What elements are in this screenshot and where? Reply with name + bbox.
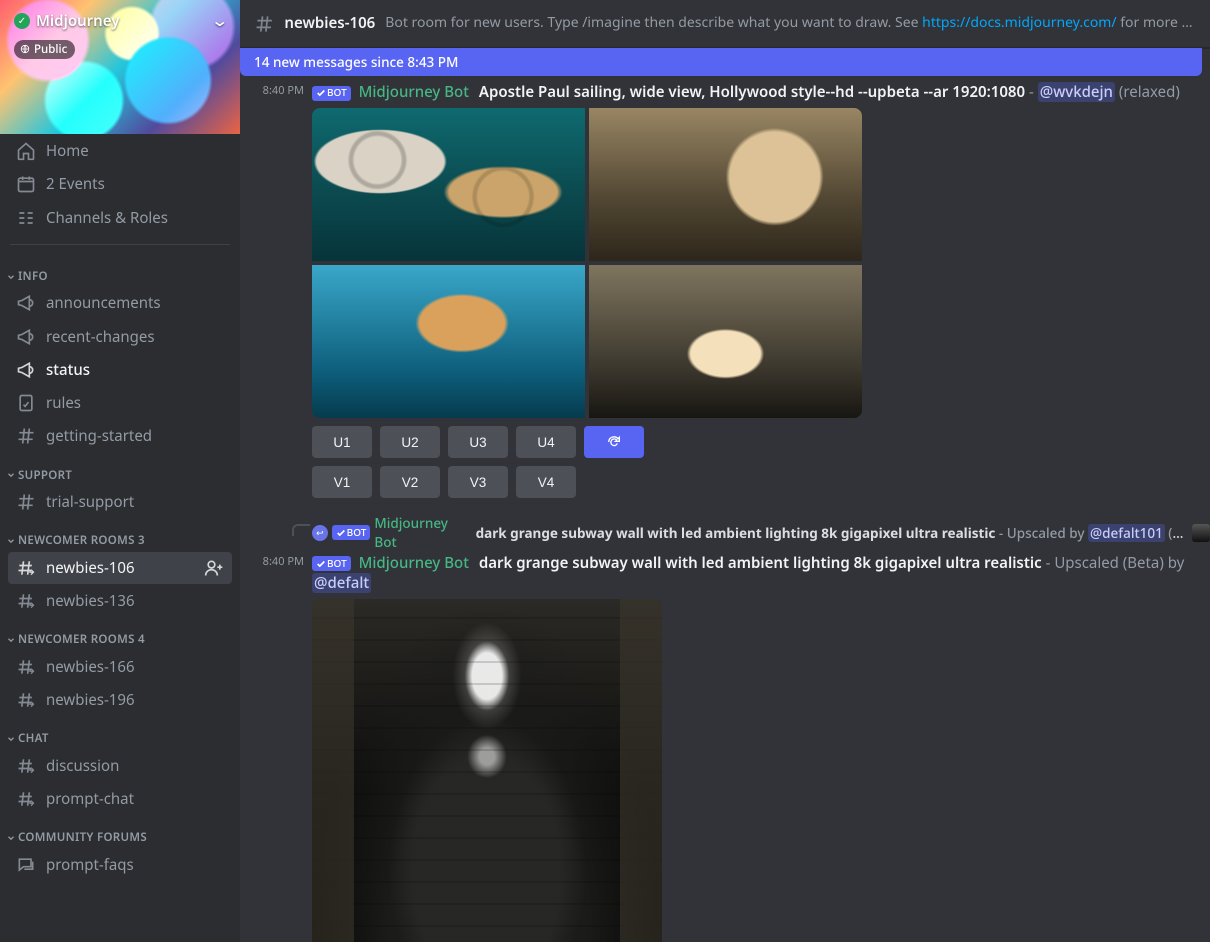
channel-status[interactable]: status [8,354,232,386]
upscale-1-button[interactable]: U1 [312,426,372,458]
channel-name: newbies-106 [284,13,375,33]
channel-newbies-166[interactable]: newbies-166 [8,651,232,683]
channel-newbies-196[interactable]: newbies-196 [8,684,232,716]
category-header[interactable]: COMMUNITY FORUMS [0,816,240,848]
channel-label: recent-changes [46,327,155,347]
channel-label: announcements [46,293,161,313]
channel-newbies-106[interactable]: newbies-106 [8,552,232,584]
channel-prompt-chat[interactable]: prompt-chat [8,783,232,815]
channel-discussion[interactable]: discussion [8,750,232,782]
variation-1-button[interactable]: V1 [312,466,372,498]
channel-label: newbies-196 [46,690,135,710]
server-header-button[interactable]: ✓ Midjourney ⌄ [0,0,240,36]
chevron-down-icon [6,536,16,546]
bot-tag: BOT [312,556,351,571]
chevron-down-icon [6,833,16,843]
prompt-text: Apostle Paul sailing, wide view, Hollywo… [479,82,1025,102]
chevron-down-icon [6,272,16,282]
bot-tag: BOT [312,86,351,101]
variation-2-button[interactable]: V2 [380,466,440,498]
upscale-2-button[interactable]: U2 [380,426,440,458]
chevron-down-icon [6,734,16,744]
user-mention[interactable]: @defalt101 [1088,524,1165,542]
create-invite-icon[interactable] [204,558,224,578]
chevron-down-icon [6,635,16,645]
nav-channels-roles[interactable]: Channels & Roles [8,202,232,234]
message: 8:40 PM BOT Midjourney Bot Apostle Paul … [240,80,1210,502]
reply-arrow-icon: ↩ [312,525,328,541]
new-messages-bar[interactable]: 14 new messages since 8:43 PM [240,48,1202,76]
channel-label: trial-support [46,492,134,512]
divider [10,244,230,245]
server-name: Midjourney [36,11,213,31]
channel-label: discussion [46,756,119,776]
refresh-icon [606,434,622,450]
chevron-down-icon [6,470,16,480]
chevron-down-icon: ⌄ [210,10,229,32]
calendar-icon [16,174,36,194]
channel-sidebar: ✓ Midjourney ⌄ Public Home 2 Events Chan… [0,0,240,942]
user-mention[interactable]: @wvkdejn [1038,82,1115,102]
variation-3-button[interactable]: V3 [448,466,508,498]
category-header[interactable]: NEWCOMER ROOMS 4 [0,618,240,650]
public-badge: Public [14,40,75,60]
author-name[interactable]: Midjourney Bot [359,553,469,573]
channel-trial-support[interactable]: trial-support [8,486,232,518]
chat-area: newbies-106 Bot room for new users. Type… [240,0,1210,942]
channel-label: newbies-106 [46,558,135,578]
home-icon [16,141,36,161]
channel-newbies-136[interactable]: newbies-136 [8,585,232,617]
author-name[interactable]: Midjourney Bot [359,82,469,102]
public-label: Public [34,42,67,58]
channel-label: rules [46,393,81,413]
reply-thumbnail-icon [1192,524,1210,542]
category-header[interactable]: SUPPORT [0,454,240,486]
reply-reference[interactable]: ↩ BOT Midjourney Bot dark grange subway … [274,502,1210,550]
category-header[interactable]: INFO [0,255,240,287]
image-grid[interactable] [312,108,862,418]
category-header[interactable]: NEWCOMER ROOMS 3 [0,519,240,551]
variation-4-button[interactable]: V4 [516,466,576,498]
upscaled-image[interactable] [312,599,662,942]
server-banner: ✓ Midjourney ⌄ Public [0,0,240,134]
image-tile-2[interactable] [589,108,862,261]
image-tile-1[interactable] [312,108,585,261]
channel-topic[interactable]: Bot room for new users. Type /imagine th… [385,14,1196,33]
browse-icon [16,208,36,228]
prompt-text: dark grange subway wall with led ambient… [479,553,1042,573]
channel-label: getting-started [46,426,152,446]
nav-home[interactable]: Home [8,135,232,167]
timestamp: 8:40 PM [240,84,304,99]
reroll-button[interactable] [584,426,644,458]
channel-label: prompt-faqs [46,855,134,875]
user-mention[interactable]: @defalt [312,573,371,593]
message: 8:40 PM BOT Midjourney Bot dark grange s… [240,551,1210,942]
reply-author[interactable]: Midjourney Bot [374,514,471,550]
channel-recent-changes[interactable]: recent-changes [8,321,232,353]
verified-icon: ✓ [14,13,30,29]
bot-tag: BOT [332,525,371,540]
nav-events[interactable]: 2 Events [8,168,232,200]
channel-label: newbies-136 [46,591,135,611]
channel-header: newbies-106 Bot room for new users. Type… [240,0,1210,48]
channel-label: prompt-chat [46,789,134,809]
hash-icon [254,13,274,35]
channel-getting-started[interactable]: getting-started [8,420,232,452]
category-header[interactable]: CHAT [0,717,240,749]
channel-announcements[interactable]: announcements [8,287,232,319]
timestamp: 8:40 PM [240,555,304,570]
docs-link[interactable]: https://docs.midjourney.com/ [922,14,1116,32]
channel-label: status [46,360,90,380]
upscale-3-button[interactable]: U3 [448,426,508,458]
channel-rules[interactable]: rules [8,387,232,419]
channel-label: newbies-166 [46,657,135,677]
image-tile-3[interactable] [312,265,585,418]
image-tile-4[interactable] [589,265,862,418]
reply-content: dark grange subway wall with led ambient… [476,524,1186,542]
globe-icon [20,44,30,54]
channel-prompt-faqs[interactable]: prompt-faqs [8,849,232,881]
upscale-4-button[interactable]: U4 [516,426,576,458]
